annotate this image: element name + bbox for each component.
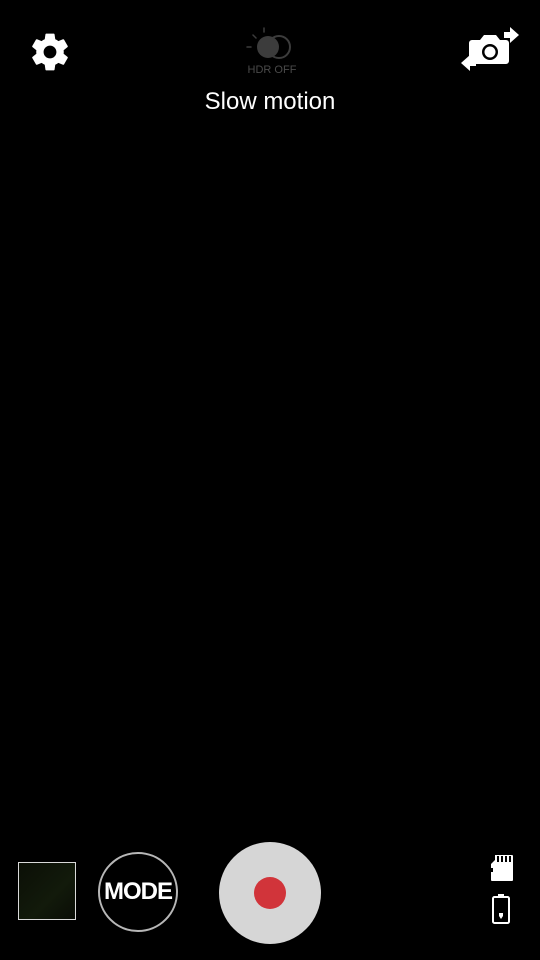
gallery-thumbnail[interactable] [18,862,76,920]
settings-button[interactable] [26,28,74,76]
hdr-toggle[interactable]: HDR OFF [240,24,304,80]
hdr-icon [246,27,291,59]
hdr-label: HDR OFF [247,64,297,76]
record-button[interactable] [219,842,321,944]
switch-camera-button[interactable] [458,26,522,78]
mode-title: Slow motion [204,88,336,115]
camera-screen: HDR OFF Slow motion MODE [0,0,540,960]
record-icon [254,877,286,909]
gear-icon [32,33,68,71]
battery-charging-icon [492,894,510,924]
mode-button[interactable]: MODE [98,852,178,932]
switch-camera-icon [461,27,519,71]
sd-card-icon [489,855,513,881]
